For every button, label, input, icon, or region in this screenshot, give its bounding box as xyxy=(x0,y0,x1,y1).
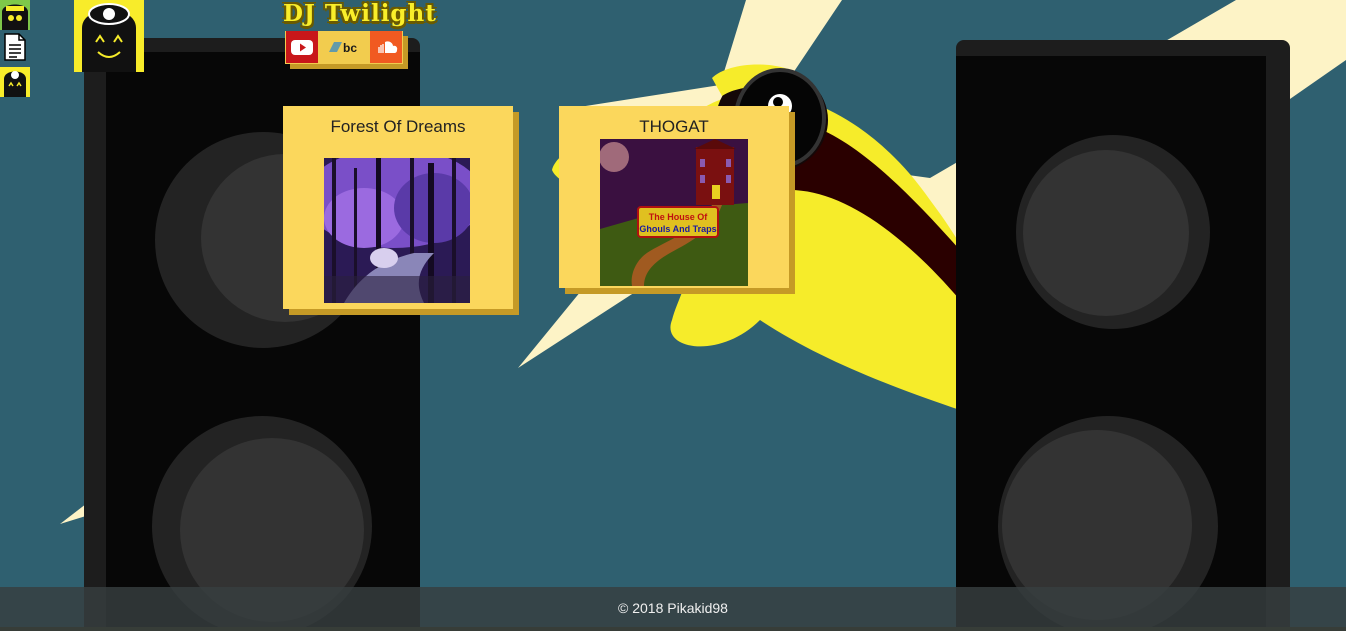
soundcloud-link[interactable] xyxy=(370,31,402,63)
home-avatar-icon[interactable] xyxy=(0,0,30,30)
social-links-bar: bc xyxy=(285,31,403,64)
dj-avatar-logo[interactable] xyxy=(74,0,144,72)
bandcamp-link[interactable]: bc xyxy=(329,31,361,63)
album-title: THOGAT xyxy=(639,117,709,136)
background-illustration xyxy=(0,0,1346,631)
album-card-forest-of-dreams[interactable]: Forest Of Dreams xyxy=(283,106,513,309)
soundcloud-icon xyxy=(378,41,398,53)
document-icon[interactable] xyxy=(2,33,28,61)
svg-text:Ghouls And Traps: Ghouls And Traps xyxy=(639,224,716,234)
album-cover-thogat[interactable]: The House Of Ghouls And Traps xyxy=(600,139,748,286)
album-title: Forest Of Dreams xyxy=(330,117,466,136)
copyright-text: © 2018 Pikakid98 xyxy=(618,600,728,616)
svg-text:bc: bc xyxy=(343,41,357,55)
album-card-thogat[interactable]: THOGAT The House Of Ghouls And Traps xyxy=(559,106,789,288)
svg-text:The House Of: The House Of xyxy=(649,212,709,222)
footer: © 2018 Pikakid98 xyxy=(0,587,1346,631)
site-title: DJ Twilight xyxy=(283,0,437,27)
about-avatar-icon[interactable] xyxy=(0,67,30,97)
youtube-icon xyxy=(291,40,313,55)
album-cover-forest-of-dreams[interactable] xyxy=(324,158,470,303)
youtube-link[interactable] xyxy=(286,31,318,63)
right-speaker xyxy=(956,40,1290,631)
bandcamp-icon: bc xyxy=(329,41,357,55)
